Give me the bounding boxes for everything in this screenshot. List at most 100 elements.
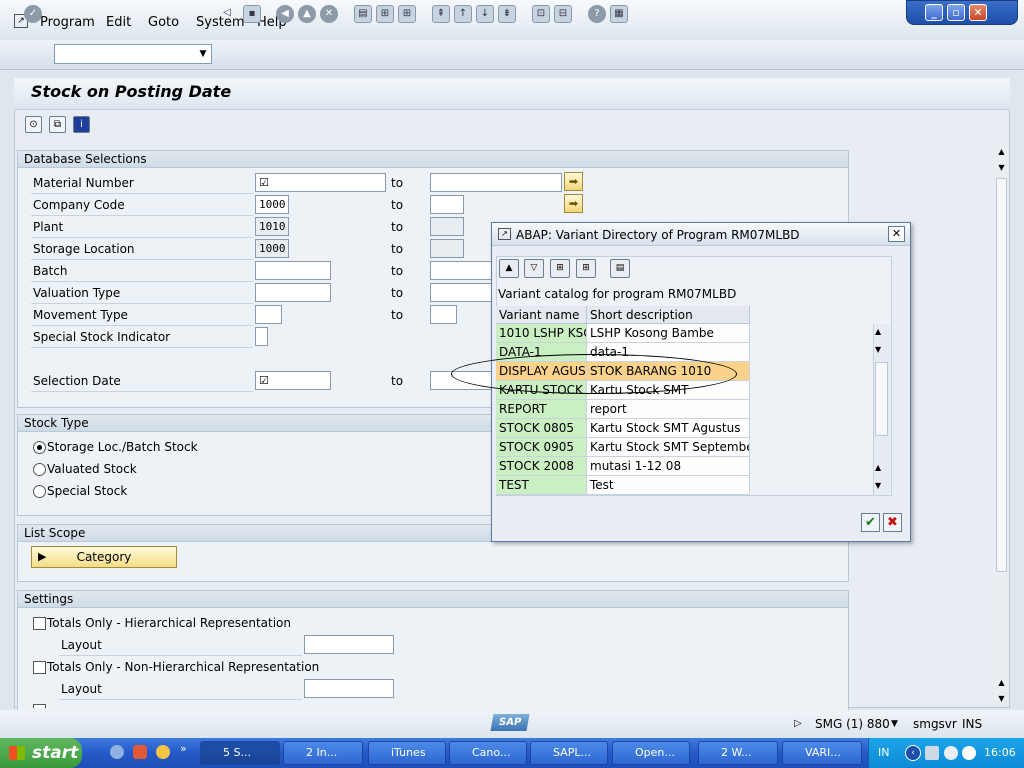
find-next-icon[interactable]: ⊞ (576, 259, 596, 278)
menu-program[interactable]: Program (40, 15, 95, 30)
batch-to[interactable] (430, 261, 492, 280)
variant-name-cell[interactable]: TEST (496, 476, 587, 495)
material-number-from[interactable]: ☑ (255, 173, 386, 192)
next-page-icon[interactable]: ↓ (476, 5, 494, 23)
plant-to[interactable] (430, 217, 464, 236)
valuation-type-to[interactable] (430, 283, 492, 302)
minimize-button[interactable]: _ (925, 4, 943, 21)
exit-icon[interactable]: ▲ (298, 5, 316, 23)
variant-name-cell[interactable]: STOCK 2008 (496, 457, 587, 476)
multiple-selection-icon[interactable]: ➡ (564, 194, 583, 213)
network-icon[interactable] (925, 746, 939, 760)
layout-field-1[interactable] (304, 635, 394, 654)
material-number-to[interactable] (430, 173, 562, 192)
confirm-icon[interactable]: ✔ (861, 513, 880, 532)
tray-icon[interactable] (962, 746, 976, 760)
save-icon[interactable]: ▪ (243, 5, 261, 23)
taskbar-item[interactable]: Cano... (449, 741, 527, 765)
short-description-cell[interactable]: Kartu Stock SMT September (587, 438, 750, 457)
restore-button[interactable]: ▫ (947, 4, 965, 21)
table-scroll-page-up-icon[interactable]: ▼ (875, 345, 881, 354)
cancel-icon[interactable]: ✕ (320, 5, 338, 23)
new-session-icon[interactable]: ⊡ (532, 5, 550, 23)
scroll-page-down-icon[interactable]: ▲ (994, 676, 1009, 690)
short-description-cell[interactable]: LSHP Kosong Bambe (587, 324, 750, 343)
valuated-stock-radio[interactable] (33, 463, 46, 476)
taskbar-item[interactable]: 5 S... (200, 741, 280, 765)
special-stock-radio[interactable] (33, 485, 46, 498)
dialog-close-icon[interactable]: ✕ (888, 226, 905, 242)
company-code-from[interactable]: 1000 (255, 195, 289, 214)
company-code-to[interactable] (430, 195, 464, 214)
taskbar-item[interactable]: 2 In... (283, 741, 363, 765)
movement-type-to[interactable] (430, 305, 457, 324)
tray-icon[interactable] (944, 746, 958, 760)
multiple-selection-icon[interactable]: ➡ (564, 172, 583, 191)
valuation-type-from[interactable] (255, 283, 331, 302)
back-icon[interactable]: ◀ (276, 5, 294, 23)
find-icon[interactable]: ⊞ (376, 5, 394, 23)
taskbar-item[interactable]: iTunes (368, 741, 446, 765)
previous-page-icon[interactable]: ↑ (454, 5, 472, 23)
variant-name-cell[interactable]: STOCK 0905 (496, 438, 587, 457)
cancel-icon[interactable]: ✖ (883, 513, 902, 532)
help-icon[interactable]: ? (588, 5, 606, 23)
short-description-cell[interactable]: report (587, 400, 750, 419)
totals-hierarchical-checkbox[interactable] (33, 617, 46, 630)
find-icon[interactable]: ⊞ (550, 259, 570, 278)
short-description-cell[interactable]: mutasi 1-12 08 (587, 457, 750, 476)
enter-icon[interactable]: ✓ (24, 5, 42, 23)
language-indicator[interactable]: IN (878, 746, 889, 759)
category-button[interactable]: ▶ Category (31, 546, 177, 568)
print-icon[interactable]: ▤ (354, 5, 372, 23)
back-arrow-icon[interactable]: ◁ (218, 5, 236, 23)
variant-name-cell[interactable]: REPORT (496, 400, 587, 419)
find-next-icon[interactable]: ⊞ (398, 5, 416, 23)
variant-name-cell[interactable]: STOCK 0805 (496, 419, 587, 438)
short-description-cell[interactable]: Kartu Stock SMT Agustus (587, 419, 750, 438)
totals-nonhierarchical-checkbox[interactable] (33, 661, 46, 674)
movement-type-from[interactable] (255, 305, 282, 324)
plant-from[interactable]: 1010 (255, 217, 289, 236)
taskbar-item[interactable]: SAPL... (530, 741, 608, 765)
layout-field-2[interactable] (304, 679, 394, 698)
menu-edit[interactable]: Edit (106, 15, 131, 30)
scroll-thumb[interactable] (996, 178, 1007, 572)
quicklaunch-icon[interactable] (110, 745, 124, 759)
table-scroll-down-icon[interactable]: ▼ (875, 481, 881, 490)
special-stock-indicator-field[interactable] (255, 327, 268, 346)
table-scroll-up-icon[interactable]: ▲ (875, 327, 881, 336)
status-expand-icon[interactable]: ▷ (794, 718, 802, 729)
system-dropdown-icon[interactable]: ▼ (891, 719, 898, 729)
menu-goto[interactable]: Goto (148, 15, 179, 30)
start-button[interactable]: start (0, 738, 82, 768)
shortcut-icon[interactable]: ⊟ (554, 5, 572, 23)
dialog-menu-icon[interactable]: ↗ (498, 228, 511, 240)
column-header-variant-name[interactable]: Variant name (496, 306, 587, 324)
sort-ascending-icon[interactable]: ▲ (499, 259, 519, 278)
taskbar-item[interactable]: VARI... (782, 741, 862, 765)
selection-date-from[interactable]: ☑ (255, 371, 331, 390)
table-scroll-page-down-icon[interactable]: ▲ (875, 463, 881, 472)
expand-quicklaunch-icon[interactable]: » (180, 742, 187, 755)
column-header-short-description[interactable]: Short description (587, 306, 750, 324)
filter-icon[interactable]: ▽ (524, 259, 544, 278)
execute-icon[interactable]: ⊙ (25, 116, 42, 133)
info-icon[interactable]: i (73, 116, 90, 133)
last-page-icon[interactable]: ⇟ (498, 5, 516, 23)
print-icon[interactable]: ▤ (610, 259, 630, 278)
chrome-icon[interactable] (156, 745, 170, 759)
tray-back-icon[interactable]: ‹ (905, 745, 921, 761)
close-window-button[interactable]: ✕ (969, 4, 987, 21)
taskbar-item[interactable]: 2 W... (698, 741, 778, 765)
taskbar-item[interactable]: Open... (612, 741, 690, 765)
scroll-down-icon[interactable]: ▼ (994, 692, 1009, 706)
short-description-cell[interactable]: Test (587, 476, 750, 495)
batch-from[interactable] (255, 261, 331, 280)
command-field[interactable] (54, 44, 212, 64)
storage-loc-batch-radio[interactable] (33, 441, 46, 454)
quicklaunch-icon[interactable] (133, 745, 147, 759)
scroll-up-icon[interactable]: ▲ (994, 145, 1009, 159)
layout-menu-icon[interactable]: ▦ (610, 5, 628, 23)
get-variant-icon[interactable]: ⧉ (49, 116, 66, 133)
